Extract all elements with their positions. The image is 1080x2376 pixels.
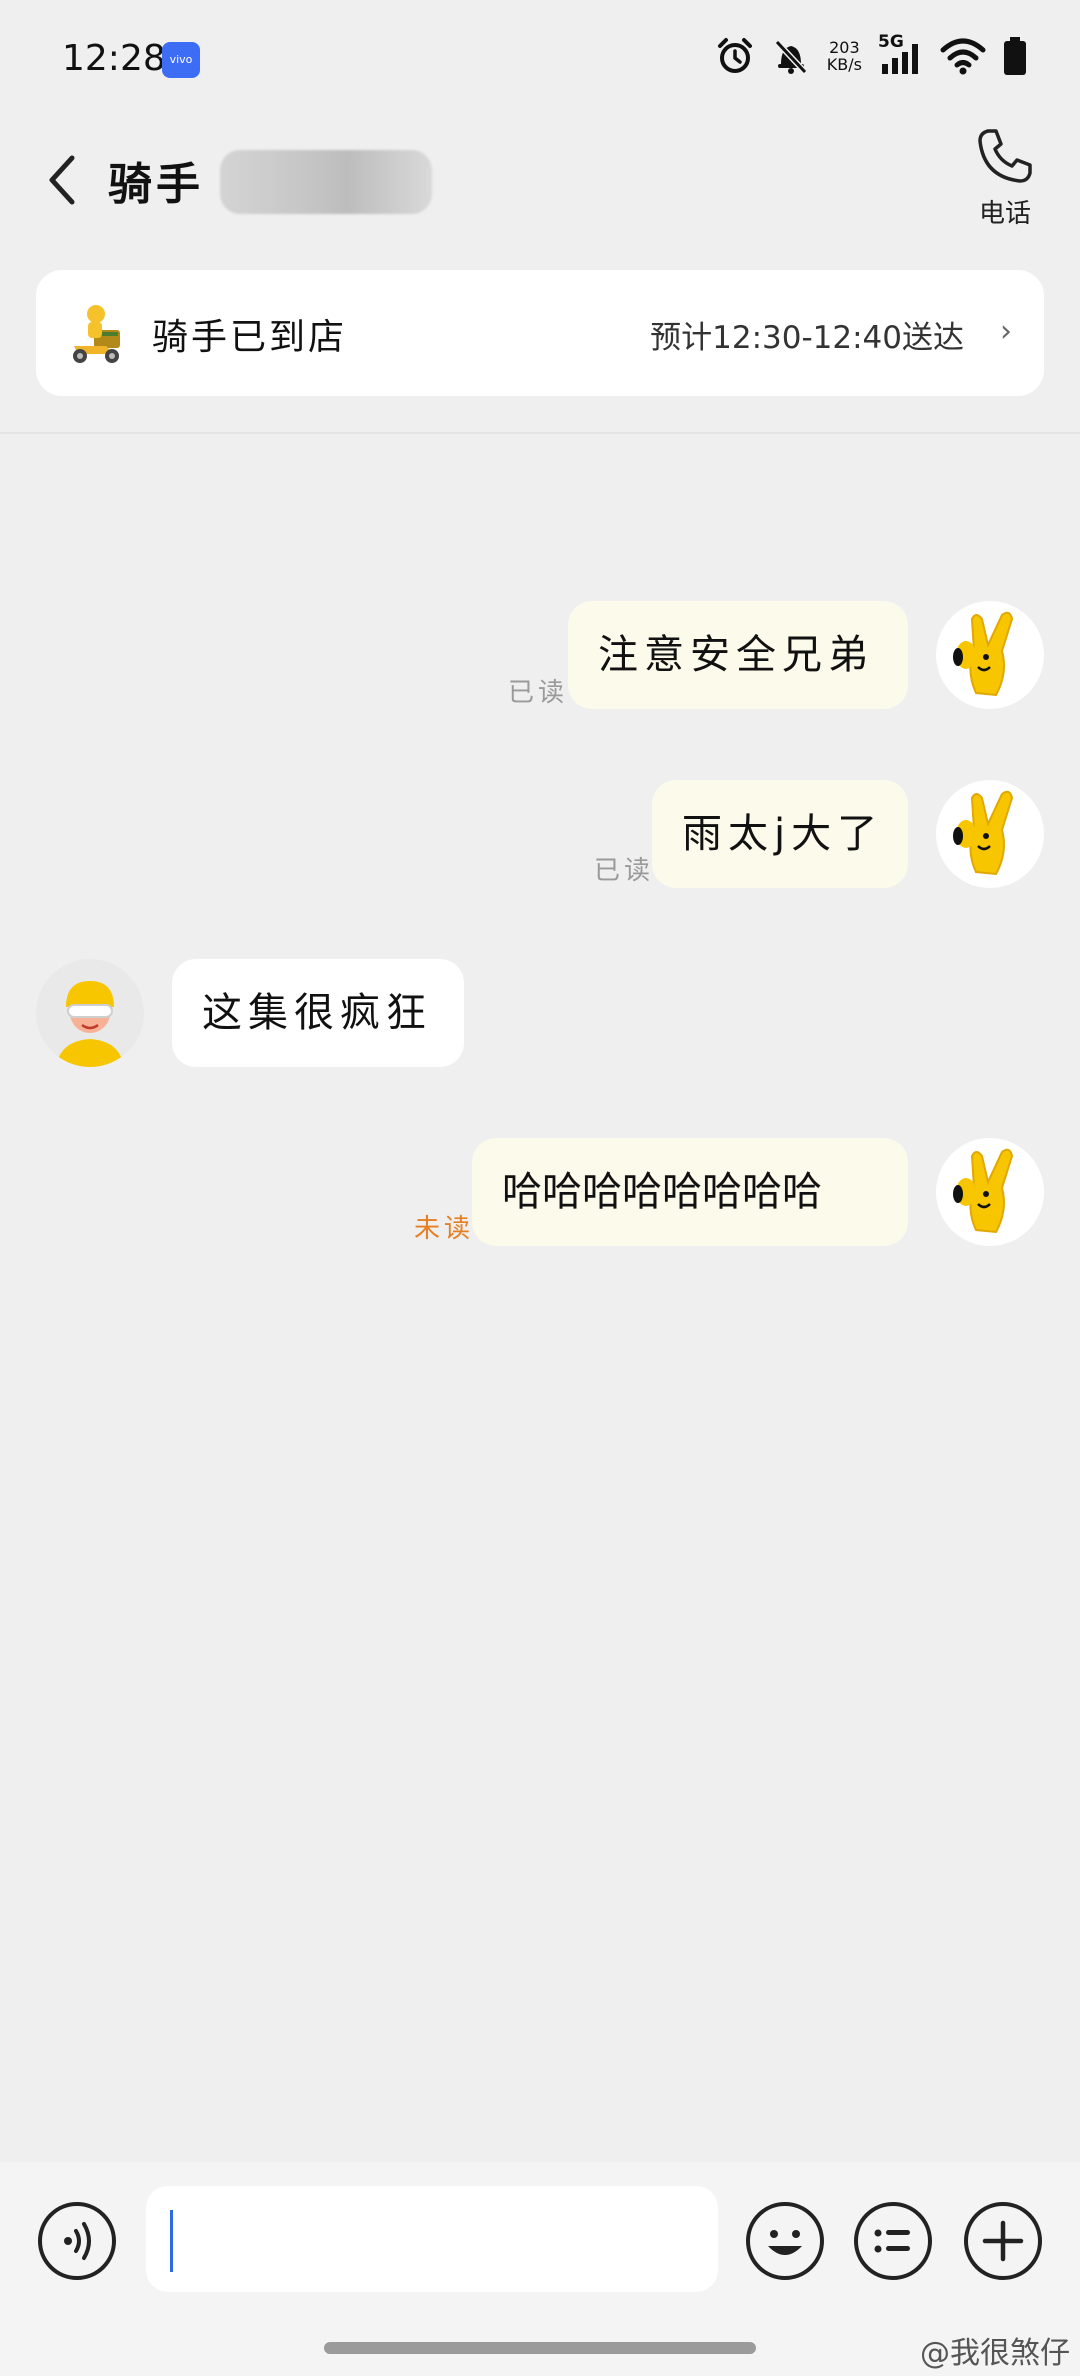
message-bubble-outgoing[interactable]: 哈哈哈哈哈哈哈哈 — [472, 1138, 908, 1246]
message-bubble-incoming[interactable]: 这集很疯狂 — [172, 959, 464, 1067]
text-caret — [170, 2210, 173, 2272]
rider-scooter-icon — [73, 305, 120, 363]
unread-status: 未读 — [414, 1214, 475, 1244]
phone-icon — [978, 129, 1032, 183]
call-button[interactable]: 电话 — [965, 125, 1045, 235]
voice-icon — [64, 2222, 91, 2260]
input-bar: @我很煞仔 — [0, 2162, 1080, 2376]
message-bubble-outgoing[interactable]: 注意安全兄弟 — [568, 601, 908, 709]
yellow-hand-avatar-icon — [953, 1148, 1014, 1234]
quick-reply-button[interactable] — [854, 2202, 932, 2280]
rider-avatar[interactable] — [36, 959, 144, 1067]
redacted-rider-name — [220, 150, 432, 214]
read-status: 已读 — [594, 856, 655, 886]
yellow-hand-avatar-icon — [953, 790, 1014, 876]
delivery-status-card[interactable]: 骑手已到店 预计12:30-12:40送达 › — [36, 270, 1044, 396]
net-speed-value: 203 — [829, 38, 860, 57]
status-time: 12:28 — [62, 38, 166, 79]
rider-helmet-avatar-icon — [56, 981, 124, 1067]
my-avatar[interactable] — [936, 601, 1044, 709]
battery-icon — [1004, 37, 1026, 75]
signal-icon — [882, 44, 918, 74]
alarm-icon — [717, 38, 752, 73]
my-avatar[interactable] — [936, 1138, 1044, 1246]
message-bubble-outgoing[interactable]: 雨太j大了 — [652, 780, 908, 888]
wifi-icon — [940, 38, 986, 75]
home-indicator[interactable] — [324, 2342, 756, 2354]
plus-icon — [982, 2220, 1024, 2262]
read-status: 已读 — [508, 678, 569, 708]
signal-group: 5G — [878, 32, 924, 76]
call-label: 电话 — [978, 199, 1031, 229]
smiley-icon — [768, 2230, 802, 2255]
more-options-button[interactable] — [964, 2202, 1042, 2280]
page-title: 骑手 — [108, 159, 204, 210]
net-speed: 203 KB/s — [827, 39, 862, 73]
header-divider — [0, 432, 1080, 434]
delivery-eta: 预计12:30-12:40送达 — [650, 320, 964, 356]
brand-badge: vivo — [162, 42, 200, 78]
yellow-hand-avatar-icon — [953, 611, 1014, 697]
message-input[interactable] — [146, 2186, 718, 2292]
chevron-right-icon: › — [1000, 314, 1012, 349]
delivery-status-text: 骑手已到店 — [152, 317, 348, 358]
back-button[interactable] — [40, 150, 84, 210]
status-icons: 203 KB/s 5G — [715, 32, 1028, 76]
net-speed-unit: KB/s — [826, 55, 862, 74]
list-icon — [874, 2229, 910, 2253]
emoji-button[interactable] — [746, 2202, 824, 2280]
my-avatar[interactable] — [936, 780, 1044, 888]
mute-bell-icon — [774, 39, 807, 75]
voice-input-button[interactable] — [38, 2202, 116, 2280]
watermark: @我很煞仔 — [920, 2336, 1070, 2371]
